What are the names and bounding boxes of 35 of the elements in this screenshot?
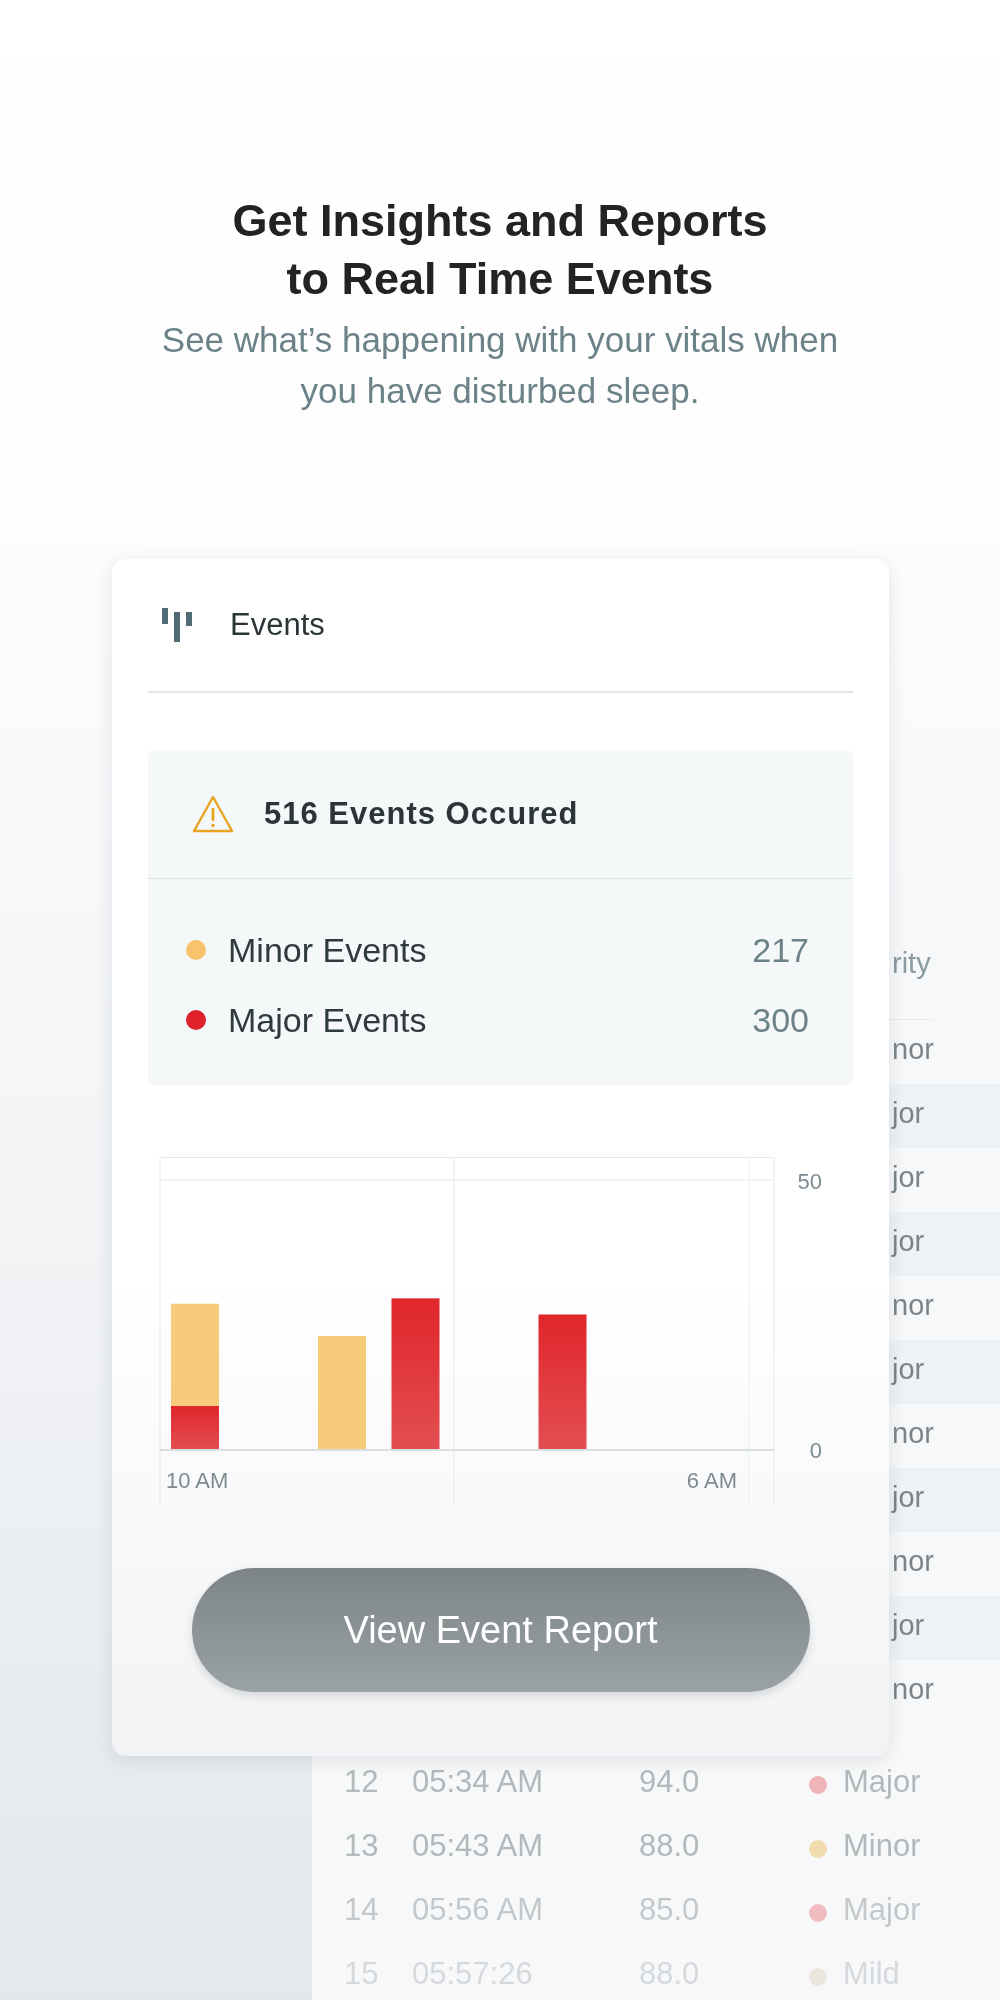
table-cell: 13 bbox=[344, 1828, 379, 1864]
card-title: Events bbox=[230, 607, 325, 643]
table-cell: 12 bbox=[344, 1764, 379, 1800]
legend-label: Major Events bbox=[228, 1000, 428, 1040]
event-count: 300 bbox=[752, 1000, 809, 1040]
table-cell: nor bbox=[892, 1673, 934, 1706]
table-cell: Minor bbox=[843, 1828, 921, 1864]
table-cell: 05:34 AM bbox=[412, 1764, 543, 1800]
axis-label: 10 AM bbox=[166, 1468, 229, 1493]
warning-icon bbox=[192, 795, 234, 833]
table-cell: jor bbox=[892, 1609, 925, 1642]
bars-icon bbox=[162, 608, 192, 642]
view-report-button[interactable]: View Event Report bbox=[191, 1568, 810, 1692]
column-header: rity bbox=[892, 947, 931, 980]
table-cell: nor bbox=[892, 1545, 934, 1578]
table-cell: Major bbox=[843, 1764, 921, 1800]
table-cell: jor bbox=[892, 1097, 925, 1130]
axis-label: 0 bbox=[809, 1438, 822, 1463]
event-count: 217 bbox=[752, 930, 809, 970]
table-cell: jor bbox=[892, 1481, 925, 1514]
summary-heading: 516 Events Occured bbox=[264, 796, 579, 832]
headline: Get Insights and Reports to Real Time Events bbox=[232, 194, 768, 306]
table-cell: nor bbox=[892, 1289, 934, 1322]
table-cell: jor bbox=[892, 1161, 925, 1194]
axis-label: 6 AM bbox=[686, 1468, 737, 1493]
table-cell: nor bbox=[892, 1033, 934, 1066]
table-cell: 94.0 bbox=[639, 1764, 700, 1800]
legend-label: Minor Events bbox=[228, 930, 428, 970]
table-cell: 05:43 AM bbox=[412, 1828, 543, 1864]
axis-label: 50 bbox=[797, 1169, 822, 1194]
table-cell: jor bbox=[892, 1353, 925, 1386]
table-cell: nor bbox=[892, 1417, 934, 1450]
subtitle: See what’s happening with your vitals when you have disturbed sleep. bbox=[160, 319, 840, 412]
table-cell: jor bbox=[892, 1225, 925, 1258]
table-cell: 88.0 bbox=[639, 1828, 700, 1864]
